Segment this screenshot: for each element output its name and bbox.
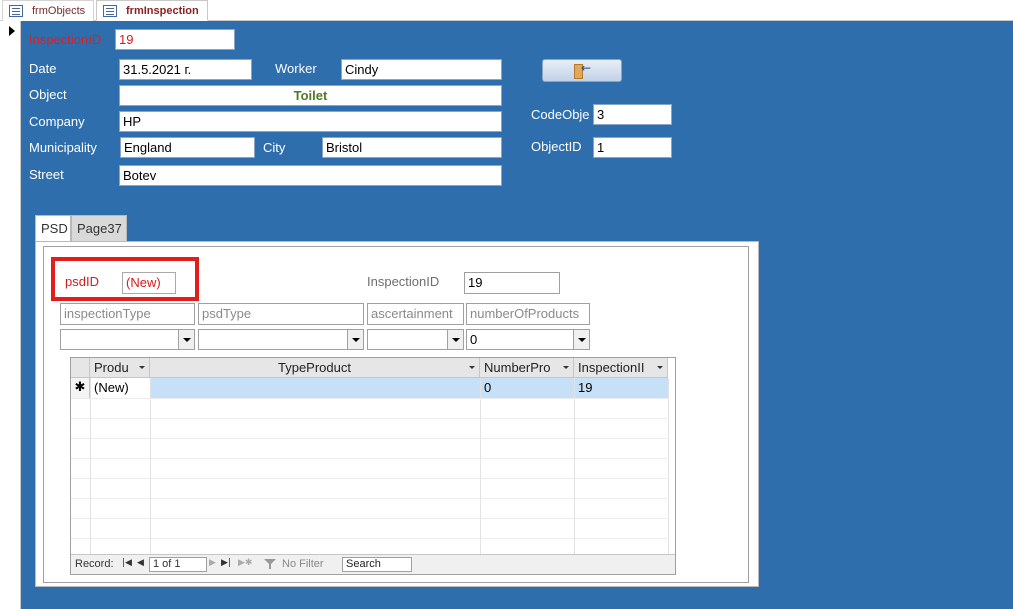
grid-line bbox=[574, 378, 575, 554]
psd-type-field[interactable]: psdType bbox=[198, 303, 364, 325]
combo-value: 0 bbox=[470, 332, 478, 347]
date-label: Date bbox=[29, 61, 57, 76]
column-header-product[interactable]: Produ bbox=[90, 358, 150, 378]
city-label: City bbox=[263, 140, 286, 155]
column-header-label: InspectionII bbox=[578, 360, 645, 375]
grid-line bbox=[71, 498, 667, 499]
company-label: Company bbox=[29, 114, 85, 129]
record-label: Record: bbox=[75, 558, 114, 570]
inspection-form: InspectionID 19 Date 31.5.2021 г. Worker… bbox=[21, 21, 1013, 609]
form-icon bbox=[103, 4, 117, 17]
new-record-icon[interactable]: ▶✱ bbox=[238, 558, 252, 568]
column-header-type-product[interactable]: TypeProduct bbox=[150, 358, 480, 378]
object-id-field[interactable]: 1 bbox=[593, 137, 672, 158]
grid-line bbox=[71, 518, 667, 519]
record-selector[interactable] bbox=[0, 21, 21, 609]
column-header-label: Produ bbox=[94, 360, 129, 375]
grid-line bbox=[480, 378, 481, 554]
object-field[interactable]: Toilet bbox=[119, 85, 502, 106]
tab-panel-psd: psdID (New) InspectionID 19 inspectionTy… bbox=[35, 241, 759, 587]
number-of-products-combo[interactable]: 0 bbox=[466, 329, 590, 350]
object-label: Object bbox=[29, 87, 67, 102]
filter-icon bbox=[264, 559, 276, 569]
date-field[interactable]: 31.5.2021 г. bbox=[119, 59, 252, 80]
dropdown-arrow-icon[interactable] bbox=[347, 330, 363, 349]
company-field[interactable]: HP bbox=[119, 111, 502, 132]
column-header-number-products[interactable]: NumberPro bbox=[480, 358, 574, 378]
municipality-label: Municipality bbox=[29, 140, 97, 155]
current-record-input[interactable]: 1 of 1 bbox=[149, 557, 207, 572]
sort-caret-icon[interactable] bbox=[469, 366, 475, 369]
grid-line bbox=[668, 378, 669, 554]
next-record-icon[interactable]: ▶ bbox=[209, 558, 216, 568]
city-field[interactable]: Bristol bbox=[322, 137, 502, 158]
psd-type-combo[interactable] bbox=[198, 329, 364, 350]
grid-line bbox=[71, 478, 667, 479]
form-icon bbox=[9, 5, 23, 17]
sub-inspection-id-field[interactable]: 19 bbox=[464, 272, 560, 294]
search-input[interactable]: Search bbox=[342, 557, 412, 572]
column-header-label: TypeProduct bbox=[278, 360, 351, 375]
psd-subform: psdID (New) InspectionID 19 inspectionTy… bbox=[43, 246, 749, 583]
grid-line bbox=[71, 538, 667, 539]
doc-tab-label: frmInspection bbox=[126, 4, 199, 17]
psd-id-field[interactable]: (New) bbox=[122, 272, 176, 294]
object-id-label: ObjectID bbox=[531, 139, 582, 154]
exit-door-icon bbox=[574, 61, 591, 79]
grid-line bbox=[71, 438, 667, 439]
ascertainment-field[interactable]: ascertainment bbox=[367, 303, 464, 325]
grid-line bbox=[150, 378, 151, 554]
tab-page37[interactable]: Page37 bbox=[71, 215, 127, 241]
dropdown-arrow-icon[interactable] bbox=[178, 330, 194, 349]
record-navigation-bar: Record: |◀ ◀ 1 of 1 ▶ ▶| ▶✱ No Filter Se… bbox=[71, 554, 675, 574]
psd-id-label: psdID bbox=[65, 274, 99, 289]
sub-inspection-id-label: InspectionID bbox=[367, 274, 440, 289]
sort-caret-icon[interactable] bbox=[563, 366, 569, 369]
code-object-field[interactable]: 3 bbox=[593, 104, 672, 125]
current-record-arrow-icon bbox=[9, 26, 15, 36]
sort-caret-icon[interactable] bbox=[139, 366, 145, 369]
new-row-number-products-cell[interactable]: 0 bbox=[480, 378, 574, 398]
tab-psd[interactable]: PSD bbox=[35, 215, 71, 241]
doc-tab-frmobjects[interactable]: frmObjects bbox=[2, 0, 94, 21]
dropdown-arrow-icon[interactable] bbox=[573, 330, 589, 349]
inspection-id-field[interactable]: 19 bbox=[115, 29, 235, 50]
dropdown-arrow-icon[interactable] bbox=[447, 330, 463, 349]
new-row-product-cell[interactable]: (New) bbox=[90, 378, 150, 398]
doc-tab-label: frmObjects bbox=[32, 5, 86, 17]
first-record-icon[interactable]: |◀ bbox=[122, 558, 132, 568]
municipality-field[interactable]: England bbox=[120, 137, 255, 158]
no-filter-button[interactable]: No Filter bbox=[282, 558, 324, 570]
inspection-type-field[interactable]: inspectionType bbox=[60, 303, 195, 325]
grid-line bbox=[71, 458, 667, 459]
new-record-selector-icon[interactable]: ✱ bbox=[71, 378, 90, 398]
street-label: Street bbox=[29, 167, 64, 182]
document-tab-bar: frmObjects frmInspection bbox=[0, 0, 1013, 21]
doc-tab-frminspection[interactable]: frmInspection bbox=[96, 0, 208, 21]
select-all-corner[interactable] bbox=[71, 358, 90, 378]
code-object-label: CodeObje bbox=[531, 107, 590, 122]
back-button[interactable] bbox=[542, 59, 622, 82]
prev-record-icon[interactable]: ◀ bbox=[137, 558, 144, 568]
inspection-id-label: InspectionID bbox=[29, 32, 102, 47]
grid-line bbox=[90, 378, 91, 554]
last-record-icon[interactable]: ▶| bbox=[221, 558, 231, 568]
worker-field[interactable]: Cindy bbox=[341, 59, 502, 80]
grid-line bbox=[71, 418, 667, 419]
new-row-type-product-cell[interactable] bbox=[150, 378, 480, 398]
column-header-inspection-id[interactable]: InspectionII bbox=[574, 358, 668, 378]
number-of-products-field[interactable]: numberOfProducts bbox=[466, 303, 590, 325]
grid-line bbox=[71, 398, 667, 399]
products-datasheet: Produ TypeProduct NumberPro InspectionII… bbox=[70, 357, 676, 575]
inspection-type-combo[interactable] bbox=[60, 329, 195, 350]
worker-label: Worker bbox=[275, 61, 317, 76]
ascertainment-combo[interactable] bbox=[367, 329, 464, 350]
column-header-label: NumberPro bbox=[484, 360, 551, 375]
street-field[interactable]: Botev bbox=[119, 165, 502, 186]
new-row-inspection-id-cell[interactable]: 19 bbox=[574, 378, 668, 398]
sort-caret-icon[interactable] bbox=[657, 366, 663, 369]
